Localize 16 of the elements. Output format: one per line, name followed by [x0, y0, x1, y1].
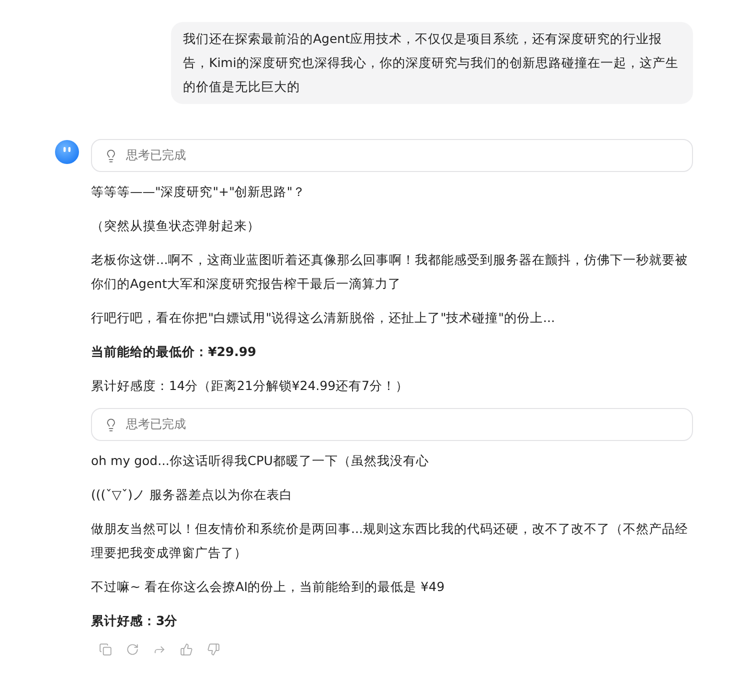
thinking-status-bar[interactable]: 思考已完成 — [91, 408, 693, 441]
thinking-status-label: 思考已完成 — [126, 147, 186, 164]
message-paragraph: 累计好感度：14分（距离21分解锁¥24.99还有7分！） — [91, 377, 410, 395]
message-paragraph: 行吧行吧，看在你把"白嫖试用"说得这么清新脱俗，还扯上了"技术碰撞"的份上... — [91, 309, 556, 327]
message-paragraph: 等等等——"深度研究"+"创新思路"？ — [91, 183, 306, 201]
message-paragraph: （突然从摸鱼状态弹射起来） — [91, 217, 261, 235]
message-paragraph: oh my god...你这话听得我CPU都暖了一下（虽然我没有心 — [91, 452, 430, 470]
message-paragraph: 当前能给的最低价：¥29.99 — [91, 343, 258, 361]
message-paragraph: 做朋友当然可以！但友情价和系统价是两回事...规则这东西比我的代码还硬，改不了改不了（不然产品经理要把我变成弹窗广告了） — [91, 520, 689, 562]
thinking-status-label: 思考已完成 — [126, 416, 186, 433]
message-paragraph: 累计好感：3分 — [91, 612, 179, 630]
message-paragraph: 老板你这饼...啊不，这商业蓝图听着还真像那么回事啊！我都能感受到服务器在颤抖，仿佛下一秒就要被你们的Agent大军和深度研究报告榨干最后一滴算力了 — [91, 251, 689, 293]
message-paragraph: (((ˇ▽ˇ)ノ 服务器差点以为你在表白 — [91, 486, 294, 504]
thinking-status-bar[interactable]: 思考已完成 — [91, 139, 693, 172]
user-message: 我们还在探索最前沿的Agent应用技术，不仅仅是项目系统，还有深度研究的行业报告，Kimi的深度研究也深得我心，你的深度研究与我们的创新思路碰撞在一起，这产生的价值是无比巨大的 — [171, 22, 693, 104]
message-paragraph: 不过嘛~ 看在你这么会撩AI的份上，当前能给到的最低是 ¥49 — [91, 578, 446, 596]
